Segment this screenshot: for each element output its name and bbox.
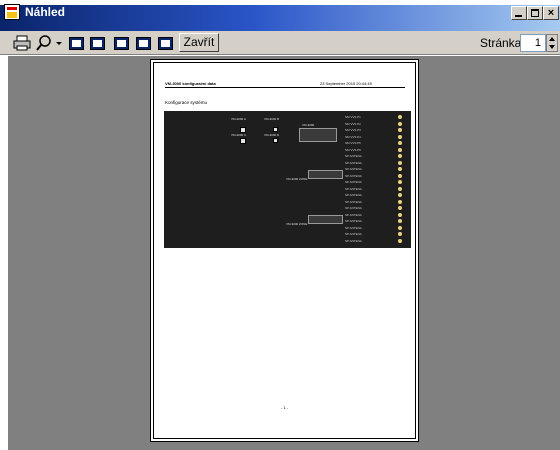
speaker-icon: [398, 160, 402, 165]
speaker-icon: [398, 180, 402, 184]
device-box: [273, 127, 278, 132]
window-edge: [0, 56, 8, 450]
speaker-icon: [398, 232, 402, 236]
port-label: SP ANTENA: [345, 193, 362, 197]
port-label: SP ANTENA: [345, 154, 362, 158]
speaker-icon: [398, 167, 402, 171]
page-footer: - 1 -: [281, 405, 289, 410]
port-row: SP ANTENA: [345, 238, 402, 245]
speaker-icon: [398, 154, 402, 158]
one-page-icon[interactable]: [69, 37, 84, 50]
port-label: SP ANTENA: [345, 212, 362, 217]
port-label: SP ANTENA: [345, 173, 362, 178]
port-label: SP ANTENA: [345, 180, 362, 184]
speaker-icon: [398, 199, 402, 204]
speaker-icon: [398, 212, 402, 217]
document-header-title: VM-3000 konfigurační data: [165, 81, 216, 86]
port-label: SP ANTENA: [345, 238, 362, 243]
zone-label: VM-3000 ZONE: [286, 222, 308, 226]
speaker-icon: [398, 141, 402, 145]
zone-box: [308, 170, 343, 179]
document-header-date: 23 September 2015 20:44:49: [320, 81, 372, 86]
page-spinner[interactable]: [546, 34, 558, 52]
port-label: SM VVS P3: [345, 128, 361, 132]
speaker-icon: [398, 193, 402, 197]
device-box: [273, 138, 278, 143]
three-pages-icon[interactable]: [114, 37, 129, 50]
two-pages-icon[interactable]: [90, 37, 105, 50]
port-label: SM VVS P2: [345, 121, 361, 126]
six-pages-icon[interactable]: [158, 37, 173, 50]
port-label: SP ANTENA: [345, 160, 362, 165]
device-box: [240, 138, 246, 144]
speaker-icon: [398, 121, 402, 126]
port-label: SP ANTENA: [345, 206, 362, 210]
minimize-button[interactable]: [511, 6, 527, 20]
switch-label: VM-3000: [302, 123, 315, 127]
title-bar: [0, 5, 560, 31]
device-label: VM-3000 D: [264, 133, 280, 137]
speaker-icon: [398, 225, 402, 230]
maximize-button[interactable]: [527, 6, 543, 20]
four-pages-icon[interactable]: [136, 37, 151, 50]
port-label: SP ANTENA: [345, 186, 362, 191]
device-box: [240, 127, 246, 133]
port-label: SM VVS P6: [345, 147, 361, 152]
port-label: SP ANTENA: [345, 232, 362, 236]
port-label: SM VVS P4: [345, 134, 361, 139]
page-label: Stránka: [480, 36, 522, 50]
port-list: SM VVS P1 SM VVS P2 SM VVS P3 SM VVS P4 SM V…: [345, 114, 402, 246]
section-title: Konfigurace systému: [165, 100, 208, 105]
window-title: Náhled: [25, 5, 66, 19]
header-divider: [165, 87, 405, 88]
speaker-icon: [398, 206, 402, 210]
port-label: SP ANTENA: [345, 199, 362, 204]
magnifier-icon[interactable]: [36, 35, 52, 51]
speaker-icon: [398, 173, 402, 178]
port-label: SP ANTENA: [345, 167, 362, 171]
speaker-icon: [398, 238, 402, 243]
zoom-dropdown-icon[interactable]: [55, 35, 63, 51]
port-label: SP ANTENA: [345, 225, 362, 230]
speaker-icon: [398, 186, 402, 191]
page-number-input[interactable]: 1: [520, 34, 546, 52]
port-label: SM VVS P1: [345, 115, 361, 119]
speaker-icon: [398, 147, 402, 152]
zone-box: [308, 215, 343, 224]
zone-label: VM-3000 ZONE: [286, 177, 308, 181]
toolbar: [0, 31, 560, 55]
device-label: VM-3000 B: [264, 117, 280, 121]
speaker-icon: [398, 115, 402, 119]
speaker-icon: [398, 219, 402, 223]
switch-box: [299, 128, 337, 142]
close-button[interactable]: Zavřít: [179, 33, 219, 52]
device-label: VM-3000 A: [231, 117, 246, 121]
port-label: SP ANTENA: [345, 219, 362, 223]
speaker-icon: [398, 128, 402, 132]
device-label: VM-3000 C: [231, 133, 247, 137]
print-icon[interactable]: [13, 35, 31, 51]
speaker-icon: [398, 134, 402, 139]
close-window-button[interactable]: ×: [543, 6, 559, 20]
port-label: SM VVS P5: [345, 141, 361, 145]
app-icon[interactable]: [4, 4, 20, 20]
